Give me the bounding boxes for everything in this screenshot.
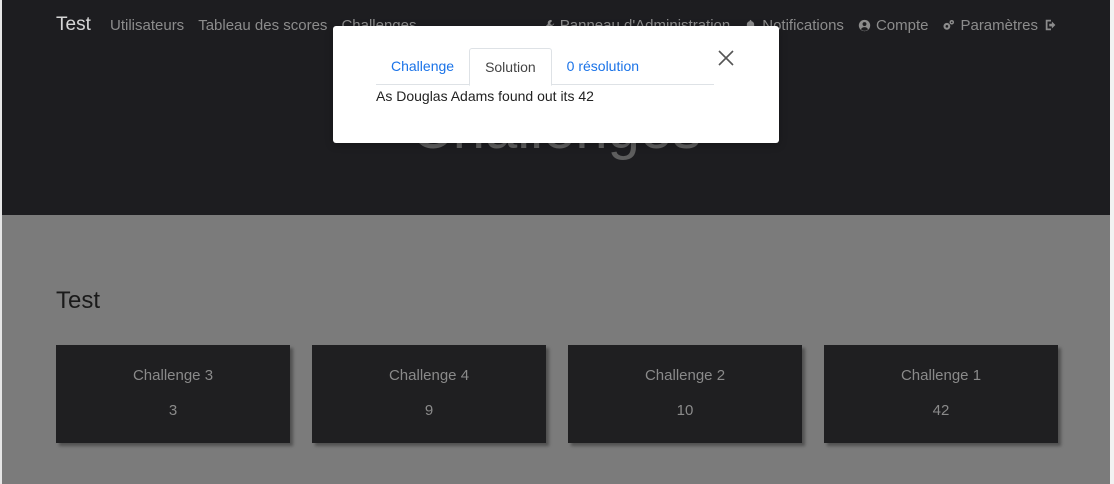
challenge-card-name: Challenge 3 <box>132 367 214 384</box>
nav-link-settings-label: Paramètres <box>960 17 1038 34</box>
category-title: Test <box>56 287 101 314</box>
challenge-modal: Challenge Solution 0 résolution As Dougl… <box>333 26 779 143</box>
challenge-card[interactable]: Challenge 3 3 <box>56 345 290 443</box>
brand-link[interactable]: Test <box>56 14 91 36</box>
background-page-edge-right <box>1110 0 1114 484</box>
challenge-card-name: Challenge 1 <box>900 367 982 384</box>
challenge-card-name: Challenge 2 <box>644 367 726 384</box>
tab-challenge[interactable]: Challenge <box>376 48 469 85</box>
tab-solution[interactable]: Solution <box>469 48 552 86</box>
challenge-card-name: Challenge 4 <box>388 367 470 384</box>
challenge-card[interactable]: Challenge 2 10 <box>568 345 802 443</box>
gears-icon <box>943 19 955 30</box>
page: Test Utilisateurs Tableau des scores Cha… <box>0 0 1114 484</box>
challenge-card[interactable]: Challenge 4 9 <box>312 345 546 443</box>
challenge-card-value: 3 <box>168 402 178 419</box>
user-circle-icon <box>858 19 871 32</box>
challenge-card-value: 10 <box>676 402 694 419</box>
nav-link-users[interactable]: Utilisateurs <box>110 17 184 34</box>
close-icon[interactable] <box>717 49 735 67</box>
challenge-card-value: 42 <box>932 402 950 419</box>
challenge-card[interactable]: Challenge 1 42 <box>824 345 1058 443</box>
challenge-card-value: 9 <box>424 402 434 419</box>
sign-out-icon[interactable] <box>1044 18 1058 32</box>
tab-solves[interactable]: 0 résolution <box>552 48 654 85</box>
nav-link-account[interactable]: Compte <box>858 17 929 34</box>
challenge-cards: Challenge 3 3 Challenge 4 9 Challenge 2 … <box>56 345 1058 443</box>
challenge-board: Test Challenge 3 3 Challenge 4 9 Challen… <box>2 215 1110 484</box>
modal-tabs: Challenge Solution 0 résolution <box>376 48 714 86</box>
nav-link-settings[interactable]: Paramètres <box>942 17 1038 34</box>
nav-link-scoreboard[interactable]: Tableau des scores <box>198 17 327 34</box>
nav-link-account-label: Compte <box>875 17 929 34</box>
solution-text: As Douglas Adams found out its 42 <box>376 88 594 104</box>
